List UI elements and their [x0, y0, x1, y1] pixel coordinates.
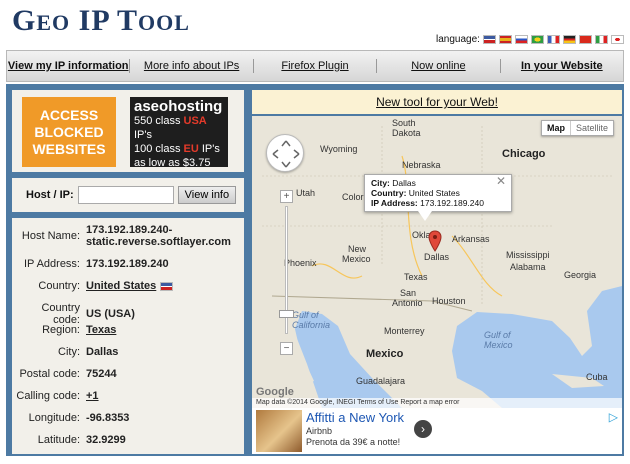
ad-banner[interactable]: Affitti a New York Airbnb Prenota da 39€…: [252, 408, 622, 454]
info-row-country-code: Country code: US (USA): [41, 302, 135, 326]
flag-ru-icon[interactable]: [514, 35, 528, 44]
map-label: Texas: [404, 272, 428, 282]
map-label: New: [348, 244, 367, 254]
banner-area: ACCESS BLOCKED WEBSITES aseohosting 550 …: [12, 90, 244, 172]
map-type-satellite[interactable]: Satellite: [569, 121, 613, 135]
host-ip-label: Host / IP:: [26, 189, 74, 201]
map-view[interactable]: South Dakota Wyoming Nebraska Chicago Ut…: [252, 116, 622, 408]
map-label: Phoenix: [284, 258, 317, 268]
info-row-latitude: Latitude: 32.9299: [37, 434, 126, 446]
zoom-out-button[interactable]: −: [280, 342, 293, 355]
map-label: Mexico: [366, 348, 404, 360]
language-selector: language:: [436, 34, 624, 45]
info-row-postal: Postal code: 75244: [19, 368, 117, 380]
flag-jp-icon[interactable]: [610, 35, 624, 44]
region-link[interactable]: Texas: [86, 324, 116, 336]
map-label: Utah: [296, 188, 316, 198]
new-tool-link[interactable]: New tool for your Web!: [252, 90, 622, 114]
map-label: Arkansas: [452, 234, 490, 244]
map-label: Houston: [432, 296, 466, 306]
nav-in-your-website[interactable]: In your Website: [501, 59, 623, 73]
map-label: Wyoming: [320, 144, 358, 154]
ad-advertiser: Airbnb: [306, 426, 333, 436]
pan-control[interactable]: [266, 134, 304, 172]
flag-cn-icon[interactable]: [578, 35, 592, 44]
map-label: Mexico: [342, 254, 371, 264]
info-row-ip: IP Address: 173.192.189.240: [23, 258, 169, 270]
nav-more-info[interactable]: More info about IPs: [130, 59, 254, 73]
map-type-control: Map Satellite: [540, 120, 614, 136]
map-label: South: [392, 118, 416, 128]
map-label: Monterrey: [384, 326, 425, 336]
map-label: Mexico: [484, 340, 513, 350]
map-label: Guadalajara: [356, 376, 406, 386]
flag-us-icon: [160, 281, 174, 291]
google-logo: Google: [256, 386, 294, 398]
map-label: Georgia: [564, 270, 597, 280]
adchoices-icon[interactable]: ▷: [609, 410, 618, 424]
map-label: Cuba: [586, 372, 608, 382]
pan-arrows-icon: [272, 140, 300, 168]
flag-it-icon[interactable]: [594, 35, 608, 44]
map-label: Gulf of: [484, 330, 511, 340]
nav-view-my-ip[interactable]: View my IP information: [7, 59, 131, 73]
zoom-in-button[interactable]: +: [280, 190, 293, 203]
info-row-country: Country: United States: [12, 280, 244, 292]
host-ip-input[interactable]: [77, 186, 174, 204]
language-label: language:: [436, 34, 480, 45]
map-label: Dakota: [392, 128, 421, 138]
flag-de-icon[interactable]: [562, 35, 576, 44]
info-row-longitude: Longitude: -96.8353: [28, 412, 130, 424]
map-label: Gulf of: [292, 310, 319, 320]
info-row-city: City: Dallas: [58, 346, 119, 358]
nav-now-online[interactable]: Now online: [377, 59, 501, 73]
info-row-calling-code: Calling code: +1: [16, 390, 99, 402]
calling-code-link[interactable]: +1: [86, 390, 99, 402]
aseohosting-banner[interactable]: aseohosting 550 class USA IP's 100 class…: [130, 97, 228, 169]
close-icon[interactable]: ✕: [496, 175, 506, 187]
ad-title[interactable]: Affitti a New York: [306, 410, 404, 425]
info-window: ✕ City: Dallas Country: United States IP…: [364, 174, 512, 212]
ad-image: [256, 410, 302, 452]
map-label: Dallas: [424, 252, 450, 262]
flag-br-icon[interactable]: [530, 35, 544, 44]
info-row-region: Region: Texas: [42, 324, 117, 336]
lookup-form: Host / IP: View info: [12, 178, 244, 212]
info-row-hostname: Host Name: 173.192.189.240- static.revers…: [21, 224, 231, 248]
flag-es-icon[interactable]: [498, 35, 512, 44]
map-label: Mississippi: [506, 250, 550, 260]
map-label: Color: [342, 192, 364, 202]
map-label: Alabama: [510, 262, 546, 272]
map-label: Chicago: [502, 148, 546, 160]
access-blocked-banner[interactable]: ACCESS BLOCKED WEBSITES: [22, 97, 116, 167]
map-label: Nebraska: [402, 160, 441, 170]
info-window-tail: [418, 211, 432, 221]
main-nav: View my IP information More info about I…: [6, 50, 624, 82]
ad-description: Prenota da 39€ a notte!: [306, 437, 401, 447]
flag-us-icon[interactable]: [482, 35, 496, 44]
map-marker-icon[interactable]: [428, 230, 442, 252]
view-info-button[interactable]: View info: [177, 186, 237, 204]
chevron-right-icon[interactable]: ›: [414, 420, 432, 438]
map-type-map[interactable]: Map: [542, 121, 570, 135]
site-logo[interactable]: GEO IP TOOL: [12, 4, 190, 38]
map-label: San: [400, 288, 417, 298]
country-link[interactable]: United States: [86, 280, 156, 292]
map-label: Antonio: [392, 298, 423, 308]
flag-fr-icon[interactable]: [546, 35, 560, 44]
nav-firefox-plugin[interactable]: Firefox Plugin: [254, 59, 378, 73]
ip-info-panel: Host Name: 173.192.189.240- static.revers…: [12, 218, 244, 454]
zoom-slider-thumb[interactable]: [279, 310, 294, 318]
map-attribution[interactable]: Map data ©2014 Google, INEGI Terms of Us…: [252, 398, 622, 408]
map-label: California: [292, 320, 331, 330]
